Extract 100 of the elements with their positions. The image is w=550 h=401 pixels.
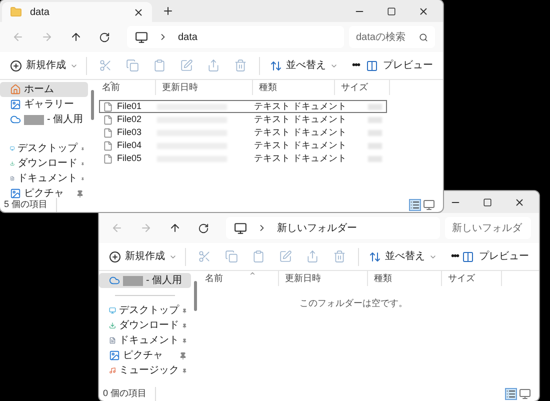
copy-icon[interactable]	[126, 59, 139, 72]
status-text: 5 個の項目	[4, 198, 57, 212]
music-icon	[109, 365, 116, 376]
sidebar-item[interactable]: デスクトップ	[0, 141, 88, 156]
forward-icon[interactable]	[140, 222, 152, 234]
sidebar-item[interactable]: ギャラリー	[0, 97, 88, 112]
file-row[interactable]: File05 テキスト ドキュメント	[99, 152, 387, 165]
file-row[interactable]: File01 テキスト ドキュメント	[99, 100, 387, 113]
tab[interactable]: data	[2, 2, 152, 22]
more-button[interactable]: •••	[451, 249, 459, 264]
blurred-text	[368, 104, 382, 110]
copy-icon[interactable]	[225, 250, 238, 263]
column-header[interactable]: 更新日時	[279, 271, 368, 286]
address-text: data	[178, 30, 198, 44]
search-field[interactable]: dataの検索	[349, 26, 435, 48]
address-bar[interactable]: data	[127, 26, 344, 48]
sidebar-item[interactable]: ダウンロード	[0, 156, 88, 171]
refresh-icon[interactable]	[198, 222, 209, 234]
column-header[interactable]: 更新日時	[156, 80, 253, 95]
file-row[interactable]: File04 テキスト ドキュメント	[99, 139, 387, 152]
close-icon[interactable]	[418, 6, 429, 16]
cut-icon[interactable]	[198, 250, 211, 263]
delete-icon[interactable]	[333, 250, 346, 263]
sidebar-item[interactable]: ピクチャ	[0, 186, 88, 201]
back-icon[interactable]	[111, 222, 123, 234]
file-name: File01	[117, 100, 142, 113]
sidebar-item[interactable]: - 個人用	[99, 273, 191, 288]
delete-icon[interactable]	[234, 59, 247, 72]
new-button[interactable]: 新規作成	[109, 248, 186, 266]
file-row[interactable]: File03 テキスト ドキュメント	[99, 126, 387, 139]
sidebar-item[interactable]: ダウンロード	[99, 318, 191, 333]
sidebar-item[interactable]: ドキュメント	[99, 333, 191, 348]
more-button[interactable]: •••	[352, 58, 360, 73]
paste-icon[interactable]	[153, 59, 166, 72]
blurred-text	[368, 116, 382, 122]
tiles-view-icon[interactable]	[423, 199, 435, 211]
sidebar-item[interactable]: ピクチャ	[99, 348, 191, 363]
monitor-icon	[135, 30, 148, 44]
file-row[interactable]: File02 テキスト ドキュメント	[99, 113, 387, 126]
close-icon[interactable]	[133, 6, 144, 18]
preview-button[interactable]: プレビュー	[366, 58, 433, 73]
folder-icon	[10, 6, 22, 18]
details-view-icon[interactable]	[409, 199, 421, 211]
maximize-icon[interactable]	[387, 6, 396, 16]
new-button[interactable]: 新規作成	[10, 56, 87, 74]
search-field[interactable]: 新しいフォルダ	[445, 217, 531, 239]
paste-icon[interactable]	[252, 250, 265, 263]
preview-pane-icon	[462, 250, 474, 262]
rename-icon[interactable]	[180, 59, 193, 72]
sort-icon	[270, 60, 282, 72]
scrollbar[interactable]	[91, 90, 94, 120]
column-header[interactable]: 種類	[253, 80, 335, 95]
share-icon[interactable]	[306, 250, 319, 263]
refresh-icon[interactable]	[99, 32, 110, 42]
cloud-icon	[109, 275, 120, 286]
sidebar-item[interactable]: - 個人用	[0, 112, 88, 127]
scrollbar[interactable]	[194, 281, 197, 311]
column-header[interactable]: 名前	[96, 80, 156, 95]
back-icon[interactable]	[12, 31, 24, 43]
status-text: 0 個の項目	[103, 387, 156, 401]
new-tab-icon[interactable]	[162, 5, 174, 17]
sidebar-item[interactable]: ドキュメント	[0, 171, 88, 186]
close-icon[interactable]	[514, 196, 525, 208]
sidebar-item[interactable]: デスクトップ	[99, 303, 191, 318]
address-bar[interactable]: 新しいフォルダー	[226, 217, 440, 239]
empty-folder-message: このフォルダーは空です。	[300, 297, 408, 310]
document-icon	[10, 173, 15, 184]
column-header[interactable]: 種類	[368, 271, 442, 286]
details-view-icon[interactable]	[505, 388, 517, 400]
search-placeholder: dataの検索	[356, 30, 406, 44]
column-header[interactable]: サイズ	[335, 80, 390, 95]
sidebar-item[interactable]: ホーム	[0, 82, 88, 97]
up-icon[interactable]	[169, 222, 181, 234]
rename-icon[interactable]	[279, 250, 292, 263]
desktop-icon	[109, 305, 116, 316]
blurred-text	[368, 156, 382, 162]
file-type: テキスト ドキュメント	[254, 114, 347, 124]
up-icon[interactable]	[70, 31, 82, 43]
preview-button[interactable]: プレビュー	[462, 249, 529, 264]
column-header[interactable]: 名前	[199, 271, 279, 286]
cut-icon[interactable]	[99, 59, 112, 72]
search-icon	[419, 32, 428, 42]
text-file-icon	[103, 128, 113, 138]
maximize-icon[interactable]	[483, 198, 492, 206]
sort-button[interactable]: 並べ替え	[369, 249, 437, 264]
file-type: テキスト ドキュメント	[254, 126, 347, 137]
file-name: File02	[117, 112, 142, 126]
column-header[interactable]: サイズ	[442, 271, 502, 286]
picture-icon	[109, 350, 120, 361]
tiles-view-icon[interactable]	[519, 388, 531, 400]
sidebar-label: デスクトップ	[18, 142, 78, 156]
blurred-text	[368, 142, 382, 148]
sidebar-item[interactable]: ミュージック	[99, 363, 191, 378]
file-name: File04	[117, 138, 142, 152]
forward-icon[interactable]	[41, 31, 53, 43]
share-icon[interactable]	[207, 59, 220, 72]
sidebar-label: ドキュメント	[18, 172, 78, 186]
sort-button[interactable]: 並べ替え	[270, 58, 338, 73]
picture-icon	[10, 188, 21, 199]
address-text: 新しいフォルダー	[277, 222, 357, 236]
